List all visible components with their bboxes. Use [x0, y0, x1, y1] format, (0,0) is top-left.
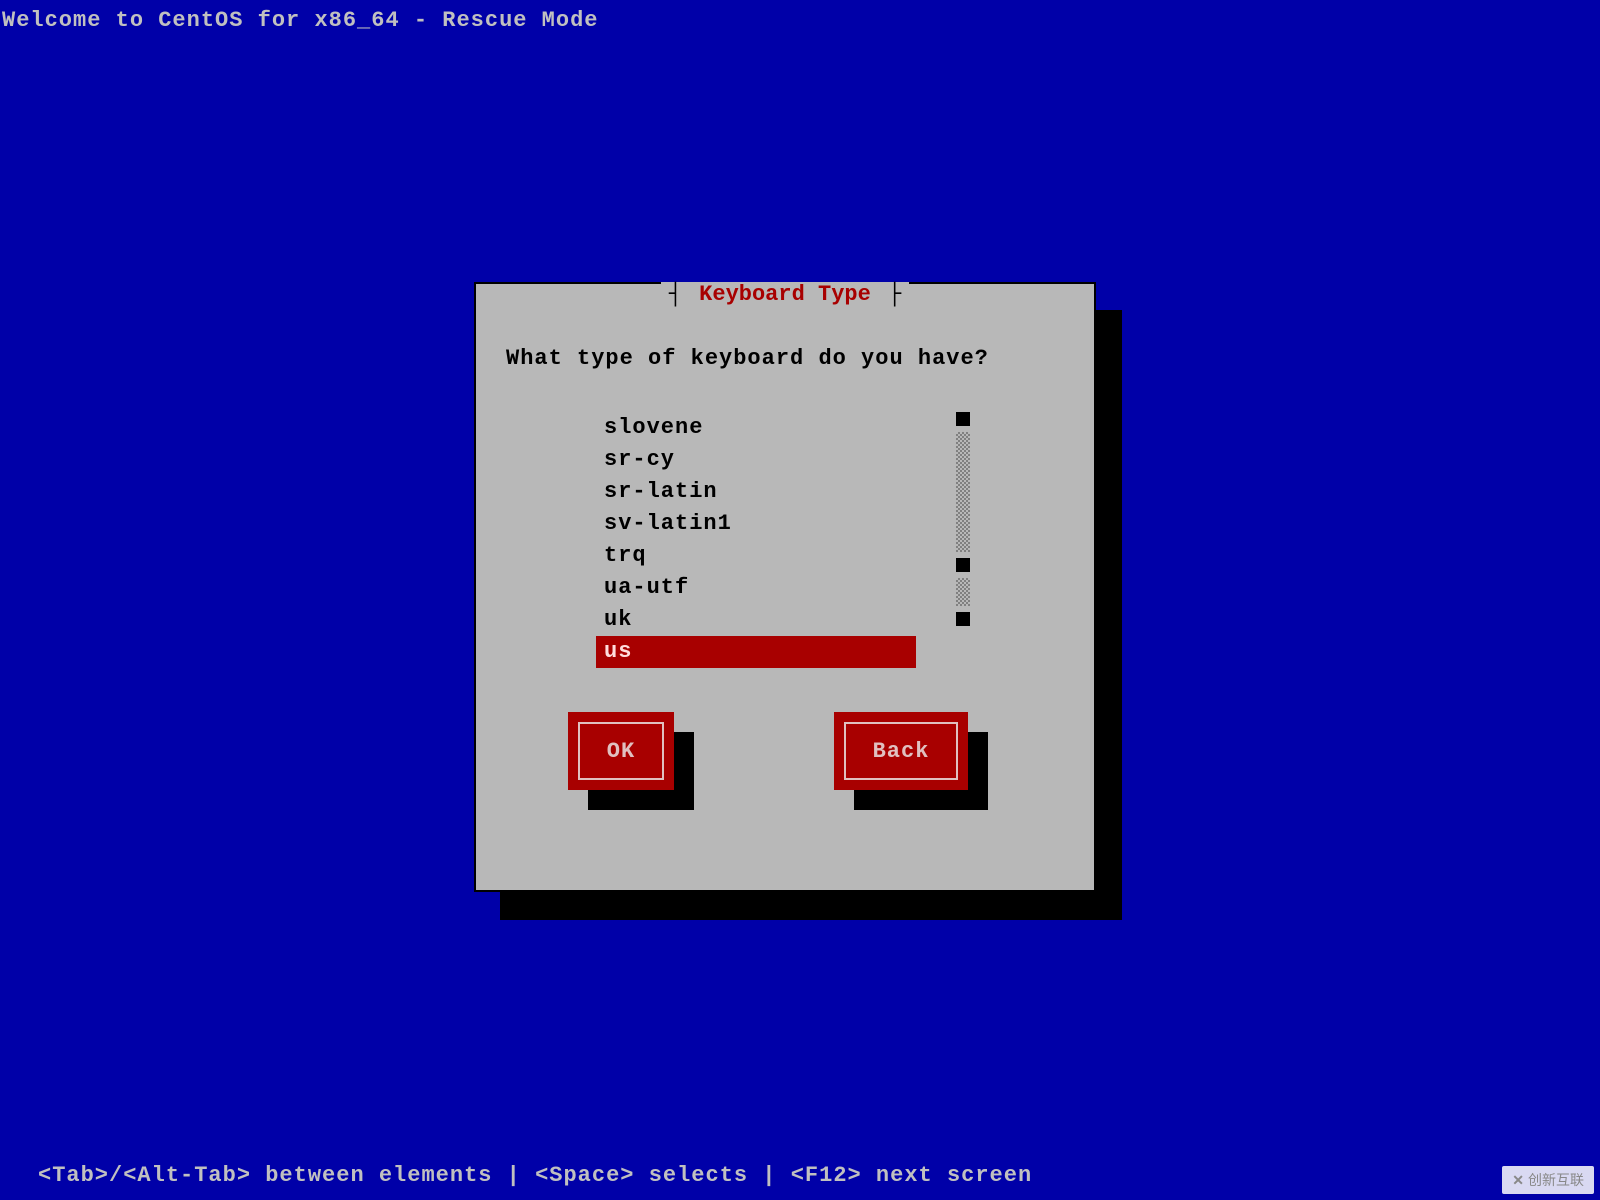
list-item[interactable]: sr-cy — [596, 444, 996, 476]
dialog-title-wrap: ┤ Keyboard Type ├ — [476, 282, 1094, 307]
scroll-down-icon[interactable] — [956, 612, 970, 626]
back-button[interactable]: Back — [834, 712, 968, 790]
footer-hints: <Tab>/<Alt-Tab> between elements | <Spac… — [38, 1163, 1032, 1188]
ok-button[interactable]: OK — [568, 712, 674, 790]
scroll-track[interactable] — [956, 578, 970, 606]
header-title: Welcome to CentOS for x86_64 - Rescue Mo… — [2, 8, 599, 33]
dialog-title-decoration: ┤ Keyboard Type ├ — [661, 282, 909, 307]
back-button-label: Back — [844, 722, 958, 780]
keyboard-type-dialog: ┤ Keyboard Type ├ What type of keyboard … — [474, 282, 1096, 892]
watermark: ✕创新互联 — [1502, 1166, 1594, 1194]
scrollbar[interactable] — [956, 412, 972, 626]
list-item[interactable]: uk — [596, 604, 996, 636]
scroll-up-icon[interactable] — [956, 412, 970, 426]
list-item[interactable]: slovene — [596, 412, 996, 444]
watermark-icon: ✕ — [1512, 1172, 1524, 1189]
dialog-prompt: What type of keyboard do you have? — [506, 346, 989, 371]
scroll-thumb[interactable] — [956, 558, 970, 572]
list-item[interactable]: trq — [596, 540, 996, 572]
list-item-selected[interactable]: us — [596, 636, 916, 668]
keyboard-list[interactable]: slovene sr-cy sr-latin sv-latin1 trq ua-… — [596, 412, 996, 668]
list-item[interactable]: sr-latin — [596, 476, 996, 508]
list-item[interactable]: ua-utf — [596, 572, 996, 604]
watermark-text: 创新互联 — [1528, 1172, 1584, 1188]
dialog-title: Keyboard Type — [695, 282, 875, 307]
ok-button-label: OK — [578, 722, 664, 780]
list-item[interactable]: sv-latin1 — [596, 508, 996, 540]
scroll-track[interactable] — [956, 432, 970, 552]
